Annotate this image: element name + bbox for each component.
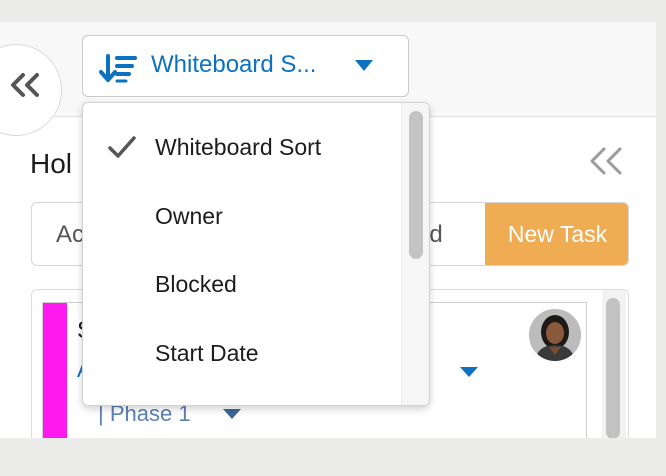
- caret-down-icon[interactable]: [460, 367, 478, 377]
- sort-option-owner[interactable]: Owner: [83, 183, 403, 251]
- sort-option-label: Start Date: [155, 340, 259, 366]
- sort-menu-scrollbar-thumb[interactable]: [409, 111, 423, 259]
- sort-option-label: Owner: [155, 203, 223, 229]
- sort-dropdown-button[interactable]: Whiteboard S...: [82, 35, 409, 97]
- filter-tab-active[interactable]: Ac: [56, 221, 84, 249]
- sort-menu-scrollbar[interactable]: [401, 103, 429, 405]
- double-chevron-left-icon[interactable]: [588, 146, 624, 176]
- task-list-scrollbar[interactable]: [602, 290, 626, 439]
- panel-title: Hol: [30, 148, 73, 179]
- user-avatar[interactable]: [529, 309, 581, 361]
- sort-option-label: Whiteboard Sort: [155, 134, 322, 160]
- caret-down-icon[interactable]: [223, 409, 241, 419]
- avatar-image: [529, 309, 581, 361]
- task-color-bar: [43, 303, 67, 440]
- caret-down-icon: [355, 60, 373, 71]
- task-list-scrollbar-thumb[interactable]: [606, 298, 620, 439]
- sort-button-label: Whiteboard S...: [151, 51, 317, 78]
- checkmark-icon: [108, 136, 136, 158]
- sort-option-start-date[interactable]: Start Date: [83, 320, 403, 388]
- sort-descending-icon: [99, 54, 137, 83]
- sort-option-label: Blocked: [155, 271, 237, 297]
- sort-option-blocked[interactable]: Blocked: [83, 251, 403, 319]
- sort-option-whiteboard-sort[interactable]: Whiteboard Sort: [83, 114, 403, 182]
- sort-dropdown-menu: Whiteboard Sort Owner Blocked Start Date: [82, 102, 430, 406]
- new-task-button[interactable]: New Task: [485, 203, 628, 265]
- double-chevron-left-icon[interactable]: [10, 72, 40, 98]
